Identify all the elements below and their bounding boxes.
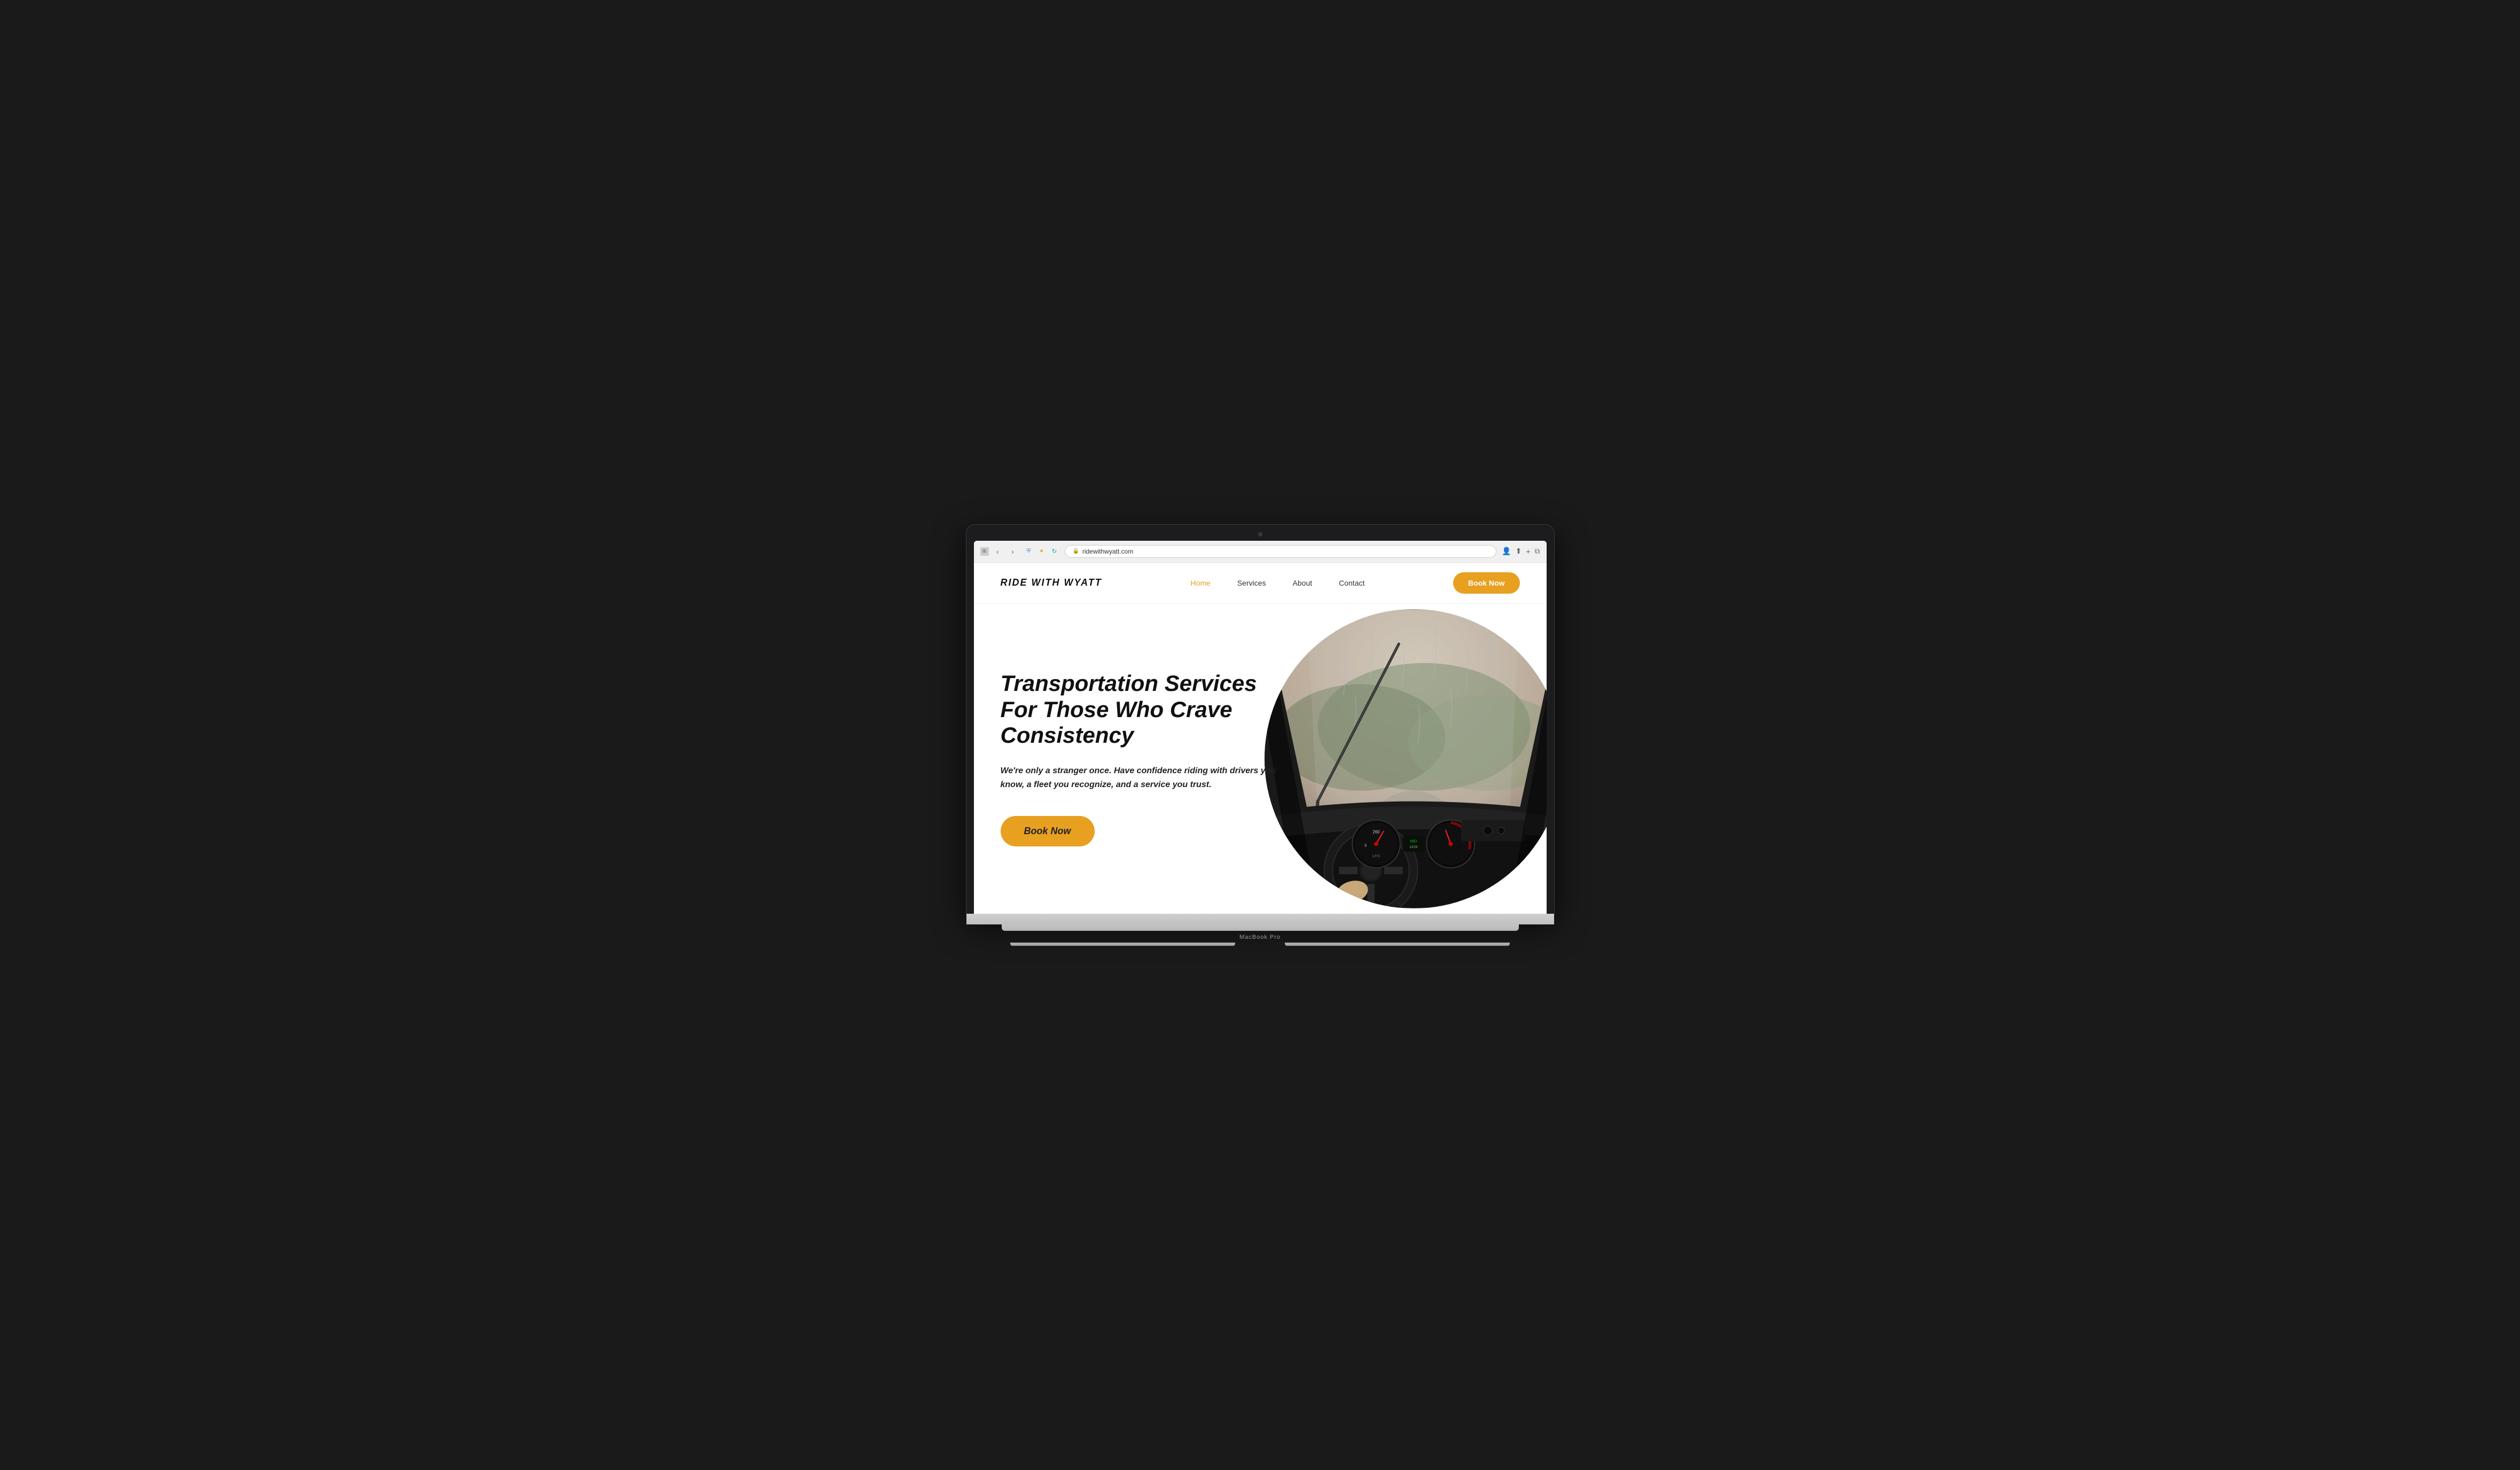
svg-text:260: 260 [1372, 829, 1380, 834]
macbook-screen: ⊞ ‹ › ⛨ ✦ ↻ 🔒 ridewithwyatt.com 👤 ⬆ + [974, 541, 1547, 914]
macbook-foot-left [1010, 943, 1235, 946]
svg-text:13:03: 13:03 [1409, 846, 1418, 849]
sync-icon: ↻ [1050, 547, 1059, 556]
nav-link-home[interactable]: Home [1190, 579, 1210, 587]
browser-right-controls: 👤 ⬆ + ⧉ [1502, 547, 1540, 556]
share-icon[interactable]: ⬆ [1516, 547, 1522, 556]
site-logo[interactable]: RIDE WITH WYATT [1001, 577, 1102, 588]
macbook-frame: ⊞ ‹ › ⛨ ✦ ↻ 🔒 ridewithwyatt.com 👤 ⬆ + [966, 525, 1554, 946]
macbook-foot-right [1285, 943, 1510, 946]
new-tab-icon[interactable]: + [1526, 547, 1530, 556]
settings-icon: ✦ [1037, 547, 1047, 556]
browser-chrome: ⊞ ‹ › ⛨ ✦ ↻ 🔒 ridewithwyatt.com 👤 ⬆ + [974, 541, 1547, 563]
forward-button[interactable]: › [1007, 546, 1019, 557]
svg-text:1.5°C: 1.5°C [1372, 855, 1381, 858]
macbook-model-label: MacBook Pro [1239, 931, 1281, 943]
nav-link-contact[interactable]: Contact [1339, 579, 1364, 587]
nav-link-services[interactable]: Services [1237, 579, 1266, 587]
hero-circle-image: 260 0 [1265, 609, 1546, 908]
lock-icon: 🔒 [1073, 548, 1079, 554]
hero-text-block: Transportation Services For Those Who Cr… [1001, 671, 1286, 846]
security-icons: ⛨ ✦ ↻ [1024, 547, 1059, 556]
macbook-feet [1010, 943, 1510, 946]
macbook-chin [966, 914, 1554, 924]
navbar: RIDE WITH WYATT Home Services About Cont… [974, 563, 1547, 604]
back-button[interactable]: ‹ [992, 546, 1004, 557]
tabs-icon[interactable]: ⧉ [1535, 547, 1540, 556]
hero-title: Transportation Services For Those Who Cr… [1001, 671, 1286, 748]
nav-book-button[interactable]: Book Now [1453, 572, 1519, 594]
hero-subtitle: We're only a stranger once. Have confide… [1001, 764, 1286, 791]
macbook-bezel: ⊞ ‹ › ⛨ ✦ ↻ 🔒 ridewithwyatt.com 👤 ⬆ + [966, 525, 1554, 914]
shield-icon: ⛨ [1024, 547, 1034, 556]
url-text: ridewithwyatt.com [1082, 548, 1133, 555]
svg-text:MIO: MIO [1410, 839, 1417, 843]
macbook-camera [1258, 532, 1262, 536]
tab-switcher-icon[interactable]: ⊞ [980, 547, 989, 556]
macbook-base-bar [1002, 924, 1519, 931]
website-content: RIDE WITH WYATT Home Services About Cont… [974, 563, 1547, 914]
profile-icon[interactable]: 👤 [1502, 547, 1511, 556]
hero-image-container: 260 0 [1265, 604, 1546, 914]
browser-controls: ⊞ ‹ › [980, 546, 1019, 557]
nav-link-about[interactable]: About [1293, 579, 1313, 587]
nav-links: Home Services About Contact [1190, 579, 1364, 587]
car-interior-svg: 260 0 [1265, 609, 1546, 908]
url-bar[interactable]: 🔒 ridewithwyatt.com [1065, 545, 1497, 558]
hero-section: Transportation Services For Those Who Cr… [974, 604, 1547, 914]
hero-cta-button[interactable]: Book Now [1001, 816, 1095, 846]
svg-text:0: 0 [1364, 844, 1367, 847]
